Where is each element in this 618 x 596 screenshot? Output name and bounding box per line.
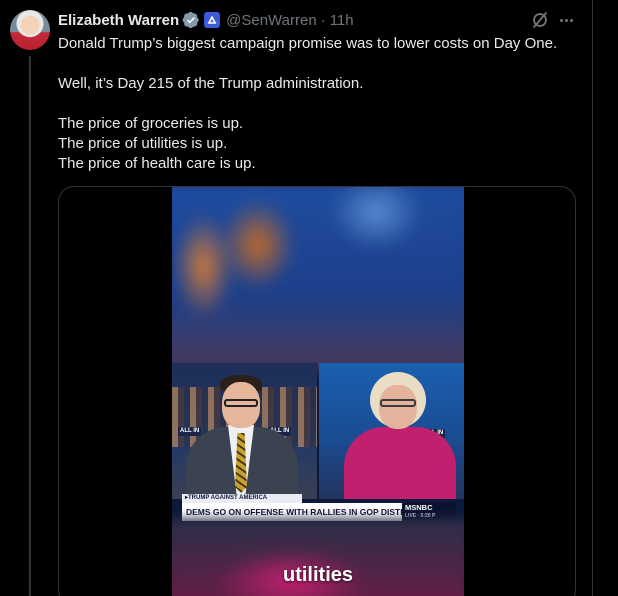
guest-glasses (380, 399, 416, 407)
media-container[interactable]: ALL IN ALL IN ALL IN ▸TRUMP AGAINST AMER… (58, 186, 576, 596)
more-options-icon[interactable] (556, 10, 576, 30)
separator-dot: · (320, 11, 326, 29)
video-caption: utilities (282, 564, 353, 586)
tweet-text: Donald Trump’s biggest campaign promise … (58, 34, 578, 174)
network-name: MSNBC (405, 503, 433, 512)
author-name[interactable]: Elizabeth Warren (58, 12, 179, 29)
tweet-line: The price of utilities is up. (58, 135, 228, 152)
government-affiliation-icon[interactable] (204, 12, 221, 28)
video-player[interactable]: ALL IN ALL IN ALL IN ▸TRUMP AGAINST AMER… (172, 187, 464, 596)
tweet-line: The price of health care is up. (58, 155, 256, 172)
host-glasses (224, 399, 258, 407)
tweet-timestamp[interactable]: 11h (330, 12, 354, 29)
tweet-line: Well, it’s Day 215 of the Trump administ… (58, 75, 364, 92)
guest-face (379, 385, 417, 429)
verified-badge-icon[interactable] (182, 11, 200, 29)
grok-icon[interactable] (530, 10, 550, 30)
thread-connector-line (29, 56, 31, 596)
tweet-line: Donald Trump’s biggest campaign promise … (58, 35, 558, 52)
video-blur-background (172, 187, 464, 371)
guest-body (344, 427, 456, 499)
avatar[interactable] (10, 10, 50, 50)
author-handle[interactable]: @SenWarren (226, 12, 317, 29)
host-logo: ALL IN (178, 427, 202, 436)
chyron-topic: ▸TRUMP AGAINST AMERICA (182, 494, 302, 503)
tweet-header: Elizabeth Warren @SenWarren · 11h (58, 10, 354, 30)
tweet-line: The price of groceries is up. (58, 115, 244, 132)
timeline-border (592, 0, 593, 596)
